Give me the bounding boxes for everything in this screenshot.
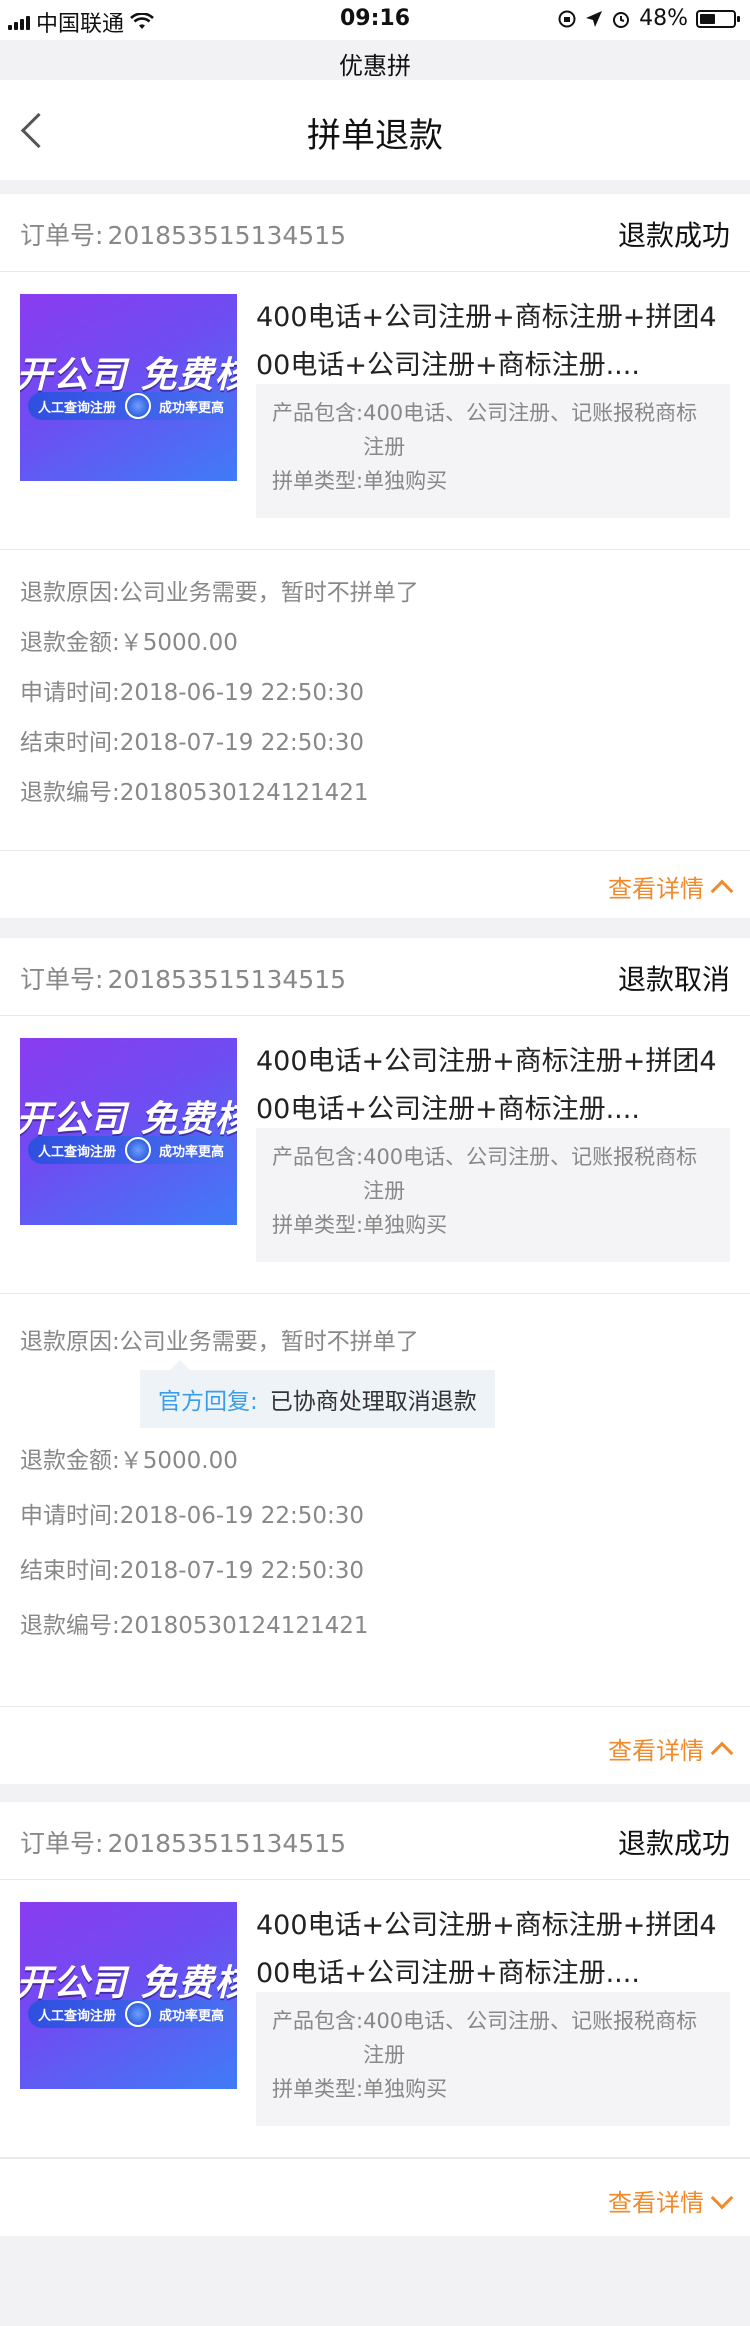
thumbnail-caption-left: 人工查询注册	[38, 400, 117, 416]
product-thumbnail[interactable]: 开公司 免费核名 人工查询注册 成功率更高	[20, 1038, 237, 1225]
end-time-value: 2018-07-19 22:50:30	[119, 1558, 365, 1584]
refund-no-label: 退款编号:	[20, 780, 120, 806]
product-title[interactable]: 400电话+公司注册+商标注册+拼团400电话+公司注册+商标注册....	[256, 1038, 732, 1134]
refund-no-value: 20180530124121421	[119, 780, 369, 806]
apply-time-value: 2018-06-19 22:50:30	[119, 680, 365, 706]
refund-no-label: 退款编号:	[20, 1613, 120, 1639]
product-title[interactable]: 400电话+公司注册+商标注册+拼团400电话+公司注册+商标注册....	[256, 1902, 732, 1998]
thumbnail-caption-left: 人工查询注册	[38, 1144, 117, 1160]
alarm-icon	[613, 11, 630, 28]
group-type-value: 单独购买	[363, 469, 448, 493]
product-title[interactable]: 400电话+公司注册+商标注册+拼团400电话+公司注册+商标注册....	[256, 294, 732, 390]
refund-card: 订单号:201853515134515 退款成功 开公司 免费核名 人工查询注册…	[0, 1802, 750, 2236]
rotation-lock-icon	[558, 10, 576, 27]
apply-time-value: 2018-06-19 22:50:30	[119, 1503, 365, 1529]
thumbnail-caption-right: 成功率更高	[158, 1144, 224, 1160]
refund-amount-value: ￥5000.00	[119, 630, 238, 656]
page-title: 拼单退款	[307, 116, 443, 156]
chevron-down-icon	[710, 2186, 734, 2209]
group-type-label: 拼单类型:	[272, 469, 364, 493]
order-no-value: 201853515134515	[107, 965, 347, 994]
product-info: 产品包含: 400电话、公司注册、记账报税商标注册 拼单类型: 单独购买	[256, 1992, 730, 2126]
apply-time-label: 申请时间:	[20, 1503, 120, 1529]
app-subtitle: 优惠拼	[339, 52, 411, 80]
globe-icon	[124, 1137, 151, 1163]
refund-reason-label: 退款原因:	[20, 580, 120, 606]
order-no-label: 订单号:	[20, 965, 104, 994]
apply-time-label: 申请时间:	[20, 680, 120, 706]
globe-icon	[124, 393, 151, 419]
thumbnail-title: 开公司 免费核名	[20, 1963, 237, 2004]
official-reply: 官方回复: 已协商处理取消退款	[140, 1360, 495, 1428]
view-details-label: 查看详情	[608, 2189, 704, 2217]
refund-reason-label: 退款原因:	[20, 1329, 120, 1355]
product-thumbnail[interactable]: 开公司 免费核名 人工查询注册 成功率更高	[20, 294, 237, 481]
location-icon	[586, 10, 603, 27]
refund-amount-value: ￥5000.00	[119, 1448, 238, 1474]
refund-card: 订单号:201853515134515 退款成功 开公司 免费核名 人工查询注册…	[0, 194, 750, 918]
nav-bar: 拼单退款	[0, 80, 750, 180]
view-details-toggle[interactable]: 查看详情	[608, 2183, 734, 2218]
order-no-label: 订单号:	[20, 221, 104, 250]
group-type-value: 单独购买	[363, 1213, 448, 1237]
end-time-label: 结束时间:	[20, 1558, 120, 1584]
refund-card: 订单号:201853515134515 退款取消 开公司 免费核名 人工查询注册…	[0, 938, 750, 1784]
includes-value: 400电话、公司注册、记账报税商标注册	[363, 1145, 698, 1203]
status-badge: 退款成功	[617, 219, 730, 252]
view-details-toggle[interactable]: 查看详情	[608, 1731, 734, 1766]
status-badge: 退款取消	[617, 963, 730, 996]
status-bar: 中国联通 09:16 48%	[0, 0, 750, 40]
end-time-label: 结束时间:	[20, 730, 120, 756]
battery-icon	[696, 9, 740, 28]
status-badge: 退款成功	[617, 1827, 730, 1860]
official-reply-label: 官方回复:	[158, 1389, 258, 1415]
thumbnail-caption-right: 成功率更高	[158, 2008, 224, 2024]
group-type-value: 单独购买	[363, 2077, 448, 2101]
globe-icon	[124, 2001, 151, 2027]
official-reply-text: 已协商处理取消退款	[269, 1389, 477, 1415]
includes-value: 400电话、公司注册、记账报税商标注册	[363, 2009, 698, 2067]
includes-label: 产品包含:	[272, 1145, 364, 1169]
chevron-up-icon	[710, 879, 734, 902]
order-no-label: 订单号:	[20, 1829, 104, 1858]
refund-no-value: 20180530124121421	[119, 1613, 369, 1639]
view-details-toggle[interactable]: 查看详情	[608, 869, 734, 904]
chevron-up-icon	[710, 1741, 734, 1764]
product-thumbnail[interactable]: 开公司 免费核名 人工查询注册 成功率更高	[20, 1902, 237, 2089]
refund-amount-label: 退款金额:	[20, 630, 120, 656]
thumbnail-caption-right: 成功率更高	[158, 400, 224, 416]
thumbnail-title: 开公司 免费核名	[20, 355, 237, 396]
order-no-value: 201853515134515	[107, 221, 347, 250]
includes-value: 400电话、公司注册、记账报税商标注册	[363, 401, 698, 459]
refund-amount-label: 退款金额:	[20, 1448, 120, 1474]
refund-reason-value: 公司业务需要，暂时不拼单了	[119, 580, 419, 606]
includes-label: 产品包含:	[272, 2009, 364, 2033]
thumbnail-caption-left: 人工查询注册	[38, 2008, 117, 2024]
view-details-label: 查看详情	[608, 1737, 704, 1765]
product-info: 产品包含: 400电话、公司注册、记账报税商标注册 拼单类型: 单独购买	[256, 1128, 730, 1262]
group-type-label: 拼单类型:	[272, 2077, 364, 2101]
view-details-label: 查看详情	[608, 875, 704, 903]
battery-percent: 48%	[639, 6, 688, 31]
end-time-value: 2018-07-19 22:50:30	[119, 730, 365, 756]
thumbnail-title: 开公司 免费核名	[20, 1099, 237, 1140]
order-no-value: 201853515134515	[107, 1829, 347, 1858]
refund-reason-value: 公司业务需要，暂时不拼单了	[119, 1329, 419, 1355]
product-info: 产品包含: 400电话、公司注册、记账报税商标注册 拼单类型: 单独购买	[256, 384, 730, 518]
includes-label: 产品包含:	[272, 401, 364, 425]
group-type-label: 拼单类型:	[272, 1213, 364, 1237]
